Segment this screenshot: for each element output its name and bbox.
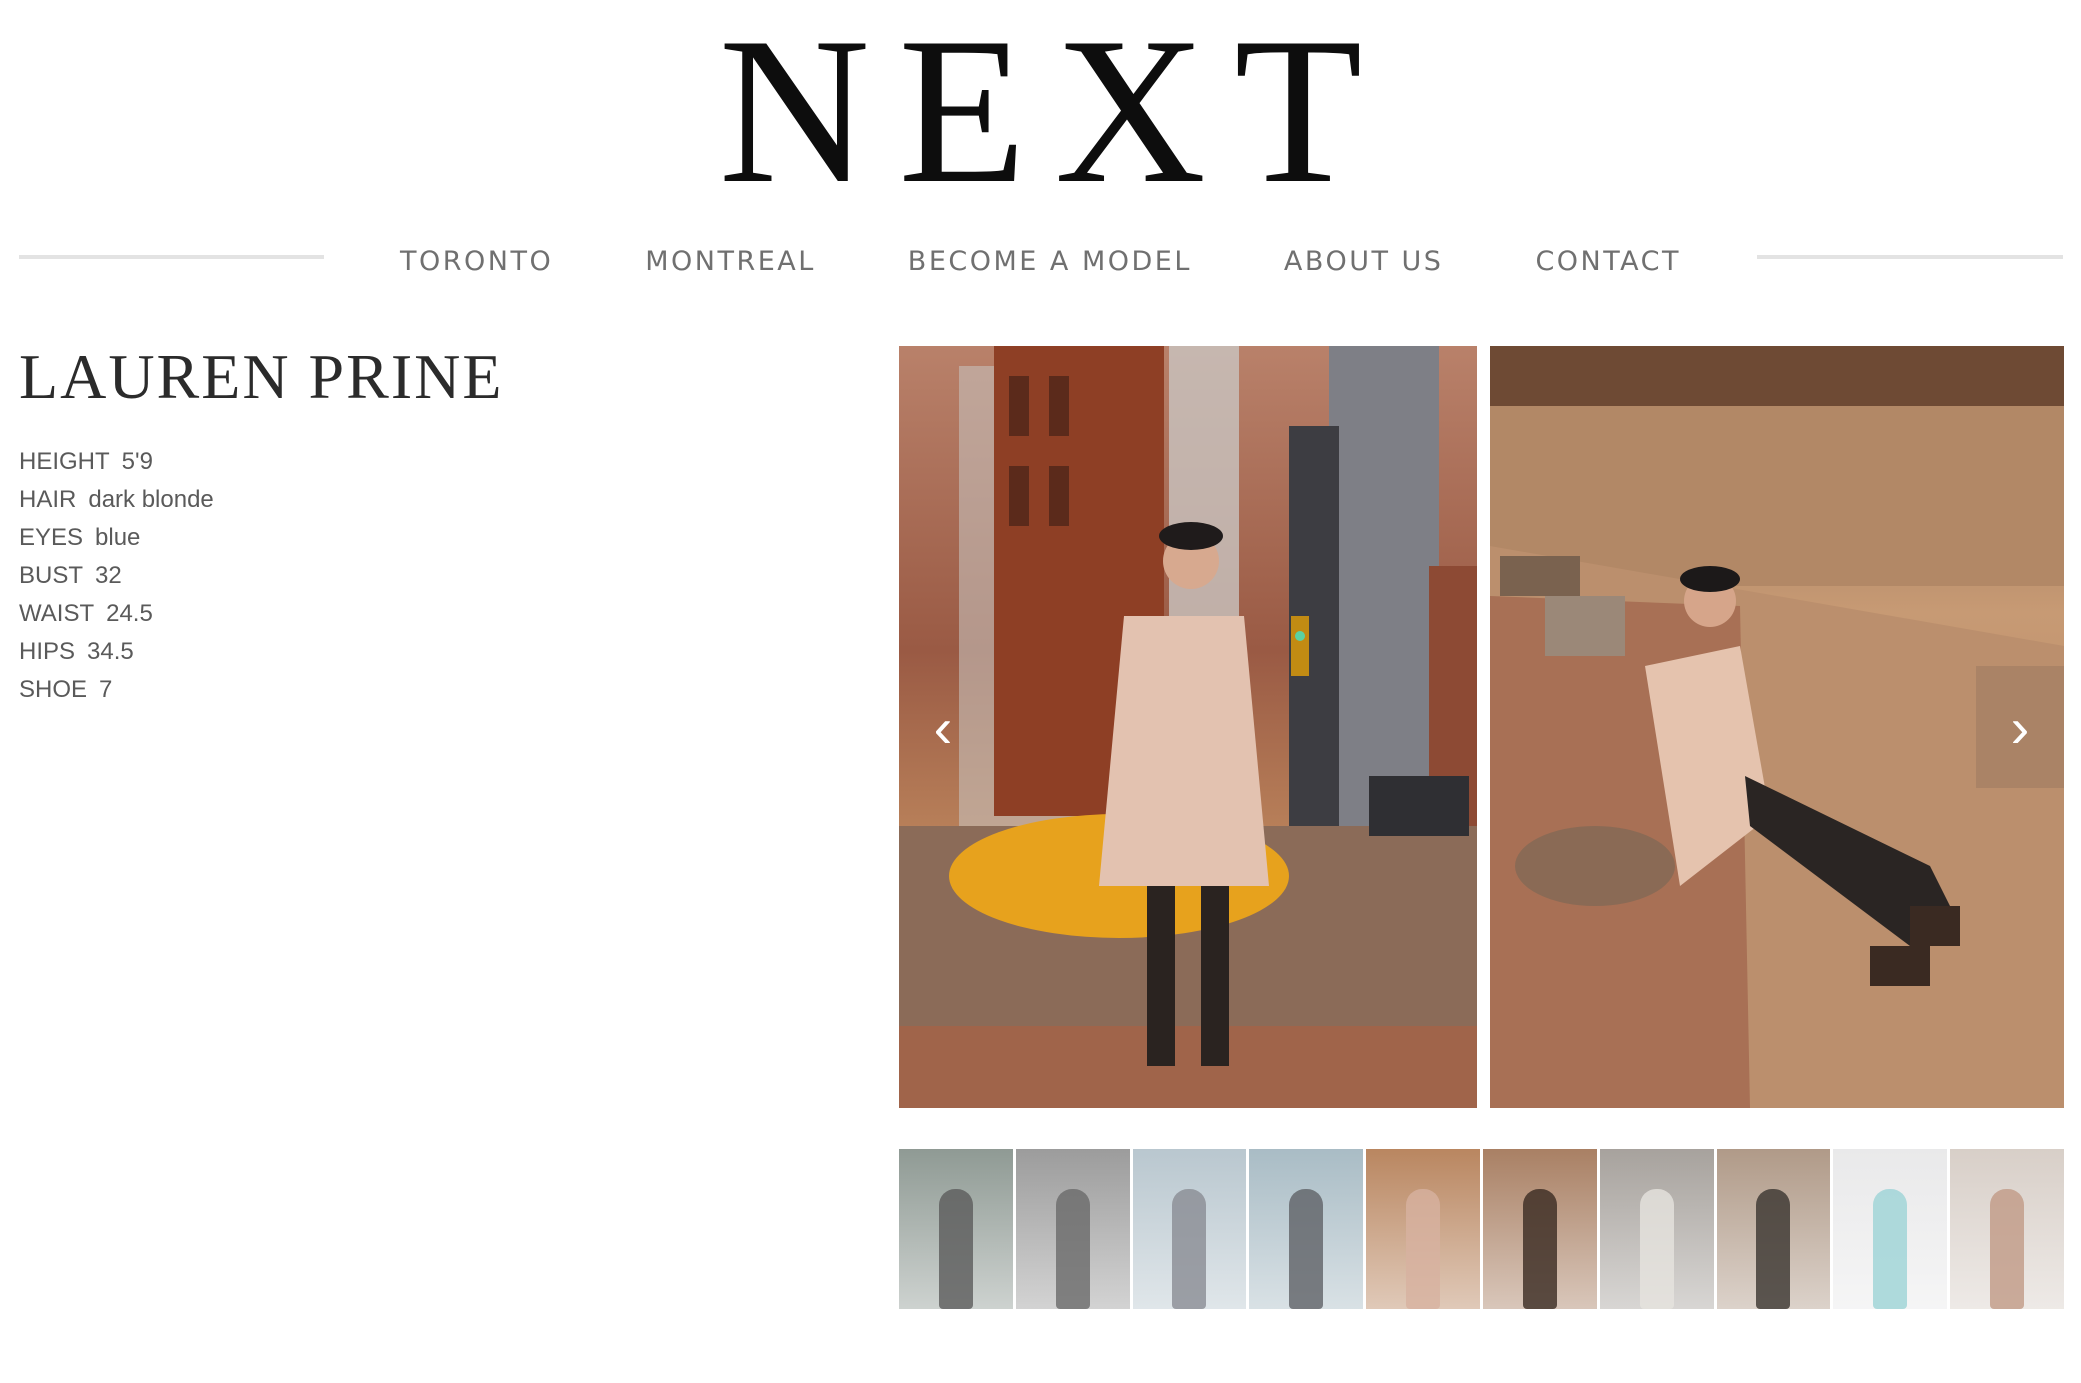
- stat-height: HEIGHT 5'9: [19, 443, 214, 481]
- stat-label: SHOE: [19, 676, 88, 703]
- gallery-thumbnail[interactable]: [1249, 1149, 1364, 1309]
- nav-link-toronto[interactable]: TORONTO: [354, 245, 599, 279]
- chevron-left-icon: ‹: [933, 695, 953, 759]
- thumbnail-figure: [1639, 1189, 1674, 1309]
- thumbnail-figure: [1406, 1189, 1441, 1309]
- stat-label: WAIST: [19, 600, 95, 627]
- stat-shoe: SHOE 7: [19, 671, 214, 709]
- nav-link-about-us[interactable]: ABOUT US: [1238, 245, 1490, 279]
- stat-value: 32: [95, 562, 122, 589]
- gallery-thumbnail[interactable]: [1833, 1149, 1948, 1309]
- stat-value: dark blonde: [88, 486, 214, 513]
- stat-label: HEIGHT: [19, 448, 110, 475]
- thumbnail-figure: [1522, 1189, 1557, 1309]
- gallery-thumbnail[interactable]: [1132, 1149, 1247, 1309]
- stat-label: HIPS: [19, 638, 76, 665]
- main-nav: TORONTO MONTREAL BECOME A MODEL ABOUT US…: [0, 245, 2081, 279]
- gallery-thumbnail[interactable]: [1015, 1149, 1130, 1309]
- stat-value: blue: [95, 524, 141, 551]
- nav-link-become-a-model[interactable]: BECOME A MODEL: [862, 245, 1238, 279]
- gallery-thumbnail[interactable]: [899, 1149, 1013, 1309]
- thumbnail-figure: [1990, 1189, 2025, 1309]
- stat-value: 7: [99, 676, 113, 703]
- thumbnail-strip: [899, 1149, 2064, 1309]
- gallery-photo-sidewalk-sitting: ›: [1490, 346, 2064, 1108]
- gallery-thumbnail[interactable]: [1366, 1149, 1480, 1309]
- chevron-right-icon: ›: [2010, 695, 2030, 759]
- thumbnail-figure: [1756, 1189, 1791, 1309]
- stat-value: 34.5: [87, 638, 134, 665]
- gallery-thumbnail[interactable]: [1482, 1149, 1597, 1309]
- stat-waist: WAIST 24.5: [19, 595, 214, 633]
- stat-label: EYES: [19, 524, 84, 551]
- thumbnail-figure: [1289, 1189, 1324, 1309]
- gallery-prev-button[interactable]: ‹: [899, 666, 987, 788]
- gallery-photo-street-standing: ‹: [899, 346, 1477, 1108]
- model-name: LAUREN PRINE: [19, 341, 504, 412]
- model-stats: HEIGHT 5'9 HAIR dark blonde EYES blue BUST 3…: [19, 443, 214, 709]
- gallery-thumbnail[interactable]: [1599, 1149, 1714, 1309]
- stat-hair: HAIR dark blonde: [19, 481, 214, 519]
- photo-gallery: ‹ ›: [899, 346, 2064, 1108]
- gallery-next-button[interactable]: ›: [1976, 666, 2064, 788]
- thumbnail-figure: [1873, 1189, 1908, 1309]
- stat-eyes: EYES blue: [19, 519, 214, 557]
- gallery-thumbnail[interactable]: [1950, 1149, 2064, 1309]
- stat-bust: BUST 32: [19, 557, 214, 595]
- thumbnail-figure: [938, 1189, 973, 1309]
- nav-link-montreal[interactable]: MONTREAL: [599, 245, 862, 279]
- stat-value: 24.5: [106, 600, 153, 627]
- stat-label: HAIR: [19, 486, 77, 513]
- brand-logo[interactable]: NEXT: [0, 6, 2081, 216]
- nav-link-contact[interactable]: CONTACT: [1489, 245, 1727, 279]
- stat-value: 5'9: [121, 448, 153, 475]
- thumbnail-figure: [1172, 1189, 1207, 1309]
- stat-hips: HIPS 34.5: [19, 633, 214, 671]
- stat-label: BUST: [19, 562, 84, 589]
- gallery-thumbnail[interactable]: [1716, 1149, 1831, 1309]
- thumbnail-figure: [1055, 1189, 1090, 1309]
